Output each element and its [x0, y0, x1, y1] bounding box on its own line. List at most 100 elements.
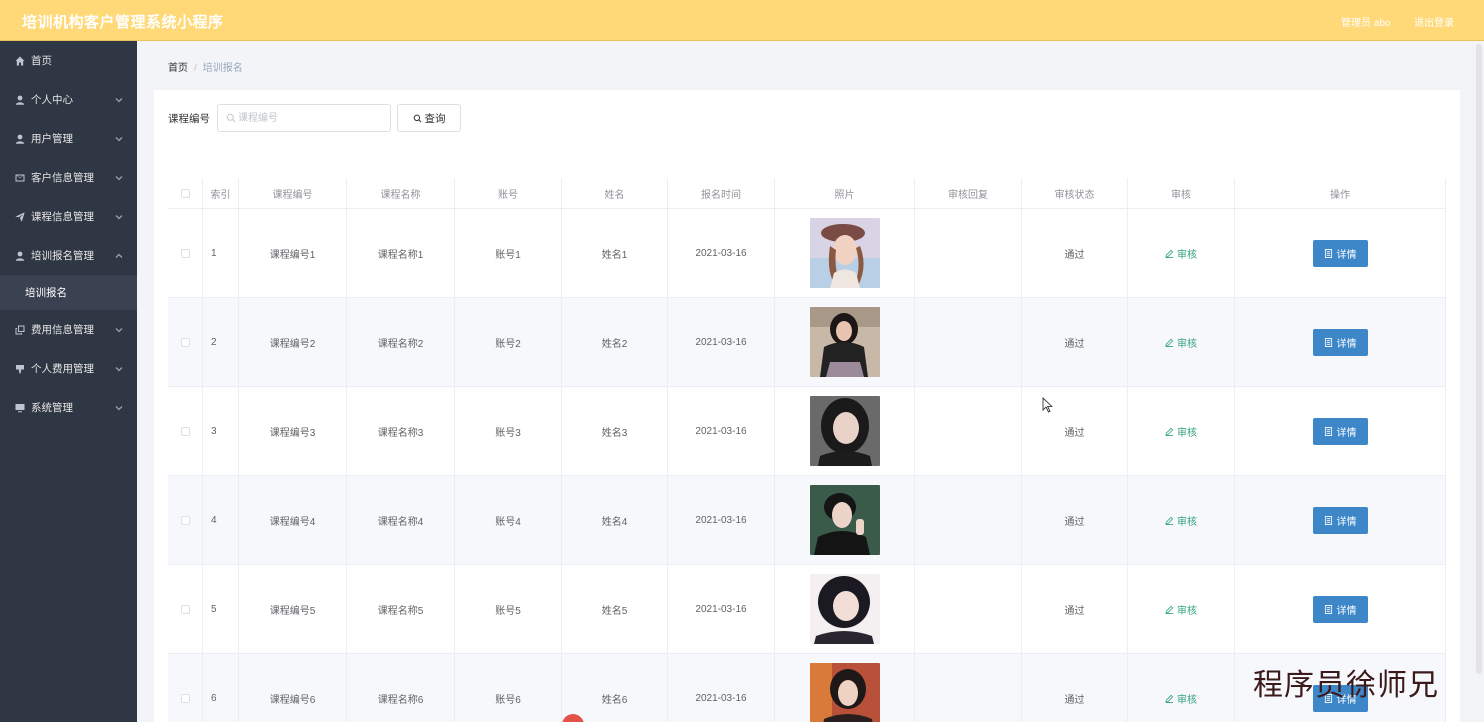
reply-cell — [915, 209, 1022, 297]
column-header[interactable]: 报名时间 — [668, 178, 775, 208]
sidebar-item-system-management[interactable]: 系统管理 — [0, 388, 137, 427]
column-header[interactable]: 审核状态 — [1022, 178, 1128, 208]
student-photo — [809, 396, 880, 466]
column-header[interactable]: 姓名 — [562, 178, 668, 208]
detail-button-label: 详情 — [1336, 338, 1357, 350]
main-panel: 课程编号 查询 索引 课程编号 课程名称 账号 姓名 报名时间 照片 审核回复 … — [154, 90, 1460, 722]
audit-cell: 审核 — [1128, 476, 1235, 564]
column-header[interactable]: 账号 — [455, 178, 562, 208]
watermark-text: 程序员徐师兄 — [1253, 668, 1439, 703]
row-select-cell — [168, 387, 203, 475]
sidebar-item-user-management[interactable]: 用户管理 — [0, 119, 137, 158]
sidebar-item-label: 系统管理 — [31, 402, 73, 414]
document-icon — [1324, 515, 1332, 525]
sidebar-item-label: 客户信息管理 — [31, 172, 94, 184]
column-header[interactable]: 审核回复 — [915, 178, 1022, 208]
row-checkbox[interactable] — [180, 248, 190, 258]
sidebar-item-fee-info[interactable]: 费用信息管理 — [0, 310, 137, 349]
chevron-down-icon — [115, 403, 123, 411]
home-icon — [14, 55, 25, 66]
account-cell: 账号4 — [455, 476, 562, 564]
column-header[interactable]: 照片 — [775, 178, 915, 208]
app-title: 培训机构客户管理系统小程序 — [22, 14, 224, 31]
column-header[interactable]: 索引 — [203, 178, 239, 208]
chevron-down-icon — [115, 325, 123, 333]
course-name-cell: 课程名称4 — [347, 476, 455, 564]
search-input[interactable] — [238, 105, 388, 131]
status-cell: 通过 — [1022, 476, 1128, 564]
course-no-cell: 课程编号3 — [239, 387, 347, 475]
audit-link[interactable]: 审核 — [1165, 691, 1197, 706]
sidebar-item-personal-fee[interactable]: 个人费用管理 — [0, 349, 137, 388]
row-select-cell — [168, 654, 203, 722]
column-header[interactable]: 课程编号 — [239, 178, 347, 208]
send-icon — [14, 211, 25, 222]
edit-icon — [1165, 605, 1174, 614]
time-cell: 2021-03-16 — [668, 654, 775, 722]
chevron-up-icon — [115, 251, 123, 259]
audit-cell: 审核 — [1128, 298, 1235, 386]
row-checkbox[interactable] — [180, 337, 190, 347]
audit-link[interactable]: 审核 — [1165, 246, 1197, 261]
audit-link[interactable]: 审核 — [1165, 335, 1197, 350]
detail-button[interactable]: 详情 — [1312, 239, 1368, 267]
row-checkbox[interactable] — [180, 426, 190, 436]
search-field[interactable] — [217, 104, 391, 132]
course-name-cell: 课程名称2 — [347, 298, 455, 386]
row-checkbox[interactable] — [180, 693, 190, 703]
row-select-cell — [168, 209, 203, 297]
audit-link-label: 审核 — [1177, 516, 1197, 528]
index-cell: 4 — [203, 476, 239, 564]
account-cell: 账号3 — [455, 387, 562, 475]
breadcrumb-separator: / — [194, 63, 197, 74]
detail-button[interactable]: 详情 — [1312, 595, 1368, 623]
status-cell: 通过 — [1022, 654, 1128, 722]
sidebar-item-home[interactable]: 首页 — [0, 41, 137, 80]
student-photo — [809, 485, 880, 555]
row-checkbox[interactable] — [180, 604, 190, 614]
sidebar-item-course-info[interactable]: 课程信息管理 — [0, 197, 137, 236]
chevron-down-icon — [115, 364, 123, 372]
detail-button-label: 详情 — [1336, 249, 1357, 261]
edit-icon — [1165, 249, 1174, 258]
audit-link-label: 审核 — [1177, 694, 1197, 706]
sidebar-item-personal-center[interactable]: 个人中心 — [0, 80, 137, 119]
enrollment-table: 索引 课程编号 课程名称 账号 姓名 报名时间 照片 审核回复 审核状态 审核 … — [168, 178, 1446, 722]
sidebar-subitem-enrollment[interactable]: 培训报名 — [0, 275, 137, 310]
audit-link[interactable]: 审核 — [1165, 513, 1197, 528]
row-checkbox[interactable] — [180, 515, 190, 525]
sidebar-item-customer-info[interactable]: 客户信息管理 — [0, 158, 137, 197]
query-button[interactable]: 查询 — [397, 104, 461, 132]
index-cell: 1 — [203, 209, 239, 297]
time-cell: 2021-03-16 — [668, 298, 775, 386]
time-cell: 2021-03-16 — [668, 565, 775, 653]
audit-link[interactable]: 审核 — [1165, 602, 1197, 617]
row-select-cell — [168, 476, 203, 564]
row-select-cell — [168, 298, 203, 386]
select-all-checkbox[interactable] — [180, 188, 190, 198]
time-cell: 2021-03-16 — [668, 209, 775, 297]
sidebar-item-label: 费用信息管理 — [31, 324, 94, 336]
action-cell: 详情 — [1235, 209, 1446, 297]
document-icon — [1324, 248, 1332, 258]
audit-cell: 审核 — [1128, 209, 1235, 297]
page-scrollbar[interactable] — [1476, 44, 1482, 674]
column-header[interactable]: 课程名称 — [347, 178, 455, 208]
detail-button[interactable]: 详情 — [1312, 506, 1368, 534]
audit-cell: 审核 — [1128, 654, 1235, 722]
photo-cell — [775, 209, 915, 297]
edit-icon — [1165, 694, 1174, 703]
status-cell: 通过 — [1022, 387, 1128, 475]
column-header[interactable]: 审核 — [1128, 178, 1235, 208]
detail-button[interactable]: 详情 — [1312, 328, 1368, 356]
logout-link[interactable]: 退出登录 — [1414, 14, 1454, 29]
breadcrumb-home[interactable]: 首页 — [168, 63, 188, 74]
sidebar-item-enrollment-management[interactable]: 培训报名管理 — [0, 236, 137, 275]
audit-link-label: 审核 — [1177, 338, 1197, 350]
course-name-cell: 课程名称3 — [347, 387, 455, 475]
detail-button[interactable]: 详情 — [1312, 417, 1368, 445]
reply-cell — [915, 654, 1022, 722]
audit-link[interactable]: 审核 — [1165, 424, 1197, 439]
name-cell: 姓名2 — [562, 298, 668, 386]
index-cell: 5 — [203, 565, 239, 653]
